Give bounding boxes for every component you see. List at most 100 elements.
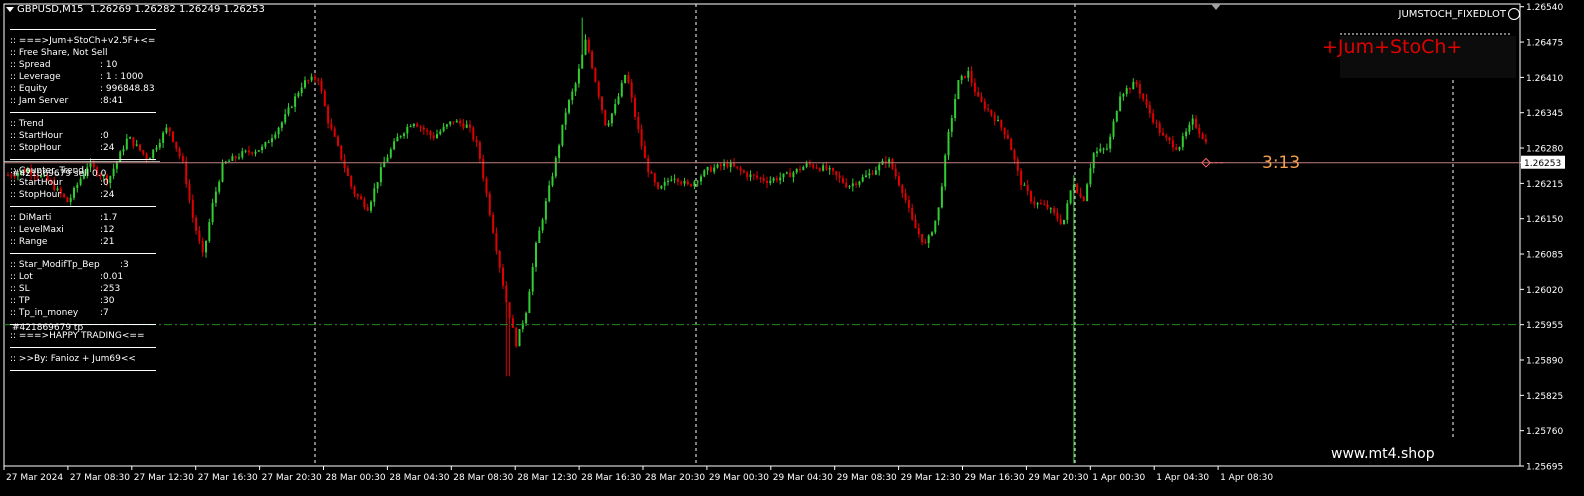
candle-body	[416, 123, 419, 127]
candle-body	[772, 178, 775, 181]
candle-body	[1155, 122, 1158, 124]
candle-body	[1036, 203, 1039, 205]
candle-body	[1076, 184, 1079, 193]
candle-body	[508, 302, 511, 319]
candle-body	[693, 181, 696, 187]
candle-body	[723, 163, 726, 167]
candle-body	[360, 196, 363, 200]
candle-body	[1148, 104, 1151, 114]
candle-body	[766, 180, 768, 183]
candle-body	[191, 199, 194, 218]
candle-body	[158, 142, 161, 148]
candle-body	[703, 170, 706, 177]
candle-body	[231, 156, 234, 161]
candle-body	[198, 231, 201, 242]
candle-body	[1053, 208, 1056, 213]
candle-body	[574, 83, 577, 92]
candle-body	[1109, 136, 1112, 149]
panel-separator	[10, 347, 156, 348]
current-price-label: 1.26253	[1524, 159, 1561, 169]
panel-row: :: Free Share, Not Sell	[10, 47, 156, 59]
panel-row-label: :: Trend	[10, 119, 44, 129]
candle-body	[911, 207, 914, 220]
candle-body	[1089, 168, 1092, 185]
candle-body	[7, 175, 9, 177]
candle-body	[894, 168, 897, 177]
symbol-header: GBPUSD,M15 1.26269 1.26282 1.26249 1.262…	[6, 4, 265, 15]
brand-text: +Jum+StoCh+	[1322, 36, 1463, 58]
candle-body	[1145, 99, 1148, 105]
dropdown-triangle-icon[interactable]	[6, 6, 14, 12]
panel-row: :: Trend	[10, 118, 156, 130]
panel-row-value: : 996848.83	[100, 84, 155, 94]
panel-row-value: : 10	[100, 60, 118, 70]
candle-body	[706, 167, 709, 171]
candle-body	[914, 219, 917, 229]
panel-row-label: :: Tp_in_money	[10, 308, 79, 318]
candle-body	[828, 167, 831, 170]
candle-body	[399, 135, 402, 138]
x-tick-label: 1 Apr 00:30	[1092, 473, 1145, 483]
candle-body	[647, 158, 650, 172]
candle-body	[502, 267, 504, 286]
candle-body	[871, 173, 874, 175]
candle-body	[340, 145, 343, 160]
candle-body	[568, 100, 570, 113]
candle-body	[670, 179, 673, 181]
panel-row: :: TP:30	[10, 295, 156, 307]
panel-row-label: :: ===>Jum+StoCh+v2.5F+<===	[10, 36, 156, 46]
panel-row-label: :: StopHour	[10, 143, 62, 153]
candle-body	[795, 168, 798, 173]
x-tick-label: 27 Mar 16:30	[198, 473, 258, 483]
candle-body	[937, 207, 940, 221]
candle-body	[495, 232, 498, 252]
candle-body	[462, 123, 465, 128]
candle-body	[822, 165, 825, 171]
candle-body	[838, 175, 841, 179]
panel-separator	[10, 112, 156, 113]
panel-row: :: Star_ModifTp_Bep:3	[10, 259, 156, 271]
candle-body	[271, 138, 273, 143]
candle-body	[439, 131, 442, 135]
candle-body	[469, 124, 471, 128]
candle-body	[238, 157, 240, 159]
candle-body	[1066, 203, 1069, 220]
candle-body	[294, 96, 297, 107]
candle-body	[686, 180, 689, 185]
x-tick-label: 29 Mar 08:30	[837, 473, 897, 483]
candle-body	[1105, 148, 1108, 150]
y-tick-label: 1.26215	[1526, 180, 1563, 190]
candle-body	[663, 181, 666, 186]
candle-body	[812, 164, 815, 168]
candle-body	[1039, 203, 1042, 205]
candle-body	[1033, 201, 1036, 205]
candle-body	[779, 177, 782, 181]
candle-body	[485, 178, 488, 194]
panel-row-label: :: Lot	[10, 272, 33, 282]
panel-row-label: :: StopHour	[10, 190, 62, 200]
candle-body	[954, 99, 957, 119]
candle-body	[805, 163, 808, 167]
panel-row-value: :8:41	[100, 96, 124, 106]
candle-body	[442, 126, 445, 132]
candle-body	[993, 114, 996, 122]
candle-body	[455, 120, 458, 123]
candle-body	[917, 228, 920, 235]
candle-body	[970, 70, 973, 83]
panel-row: :: StartHour:0	[10, 130, 156, 142]
x-tick-label: 29 Mar 16:30	[965, 473, 1025, 483]
candle-body	[1023, 184, 1026, 186]
candle-body	[1191, 118, 1194, 125]
candle-body	[898, 176, 900, 186]
candle-body	[1112, 121, 1115, 137]
candle-body	[571, 91, 574, 101]
candle-body	[808, 163, 811, 165]
x-tick-label: 28 Mar 12:30	[517, 473, 577, 483]
candle-body	[1072, 184, 1075, 191]
candle-body	[1026, 184, 1029, 192]
candle-body	[610, 113, 613, 124]
candle-body	[548, 185, 551, 202]
candle-body	[188, 184, 191, 200]
expert-advisor-name[interactable]: JUMSTOCH_FIXEDLOT	[1399, 8, 1520, 20]
ohlc-values: 1.26269 1.26282 1.26249 1.26253	[89, 4, 265, 15]
